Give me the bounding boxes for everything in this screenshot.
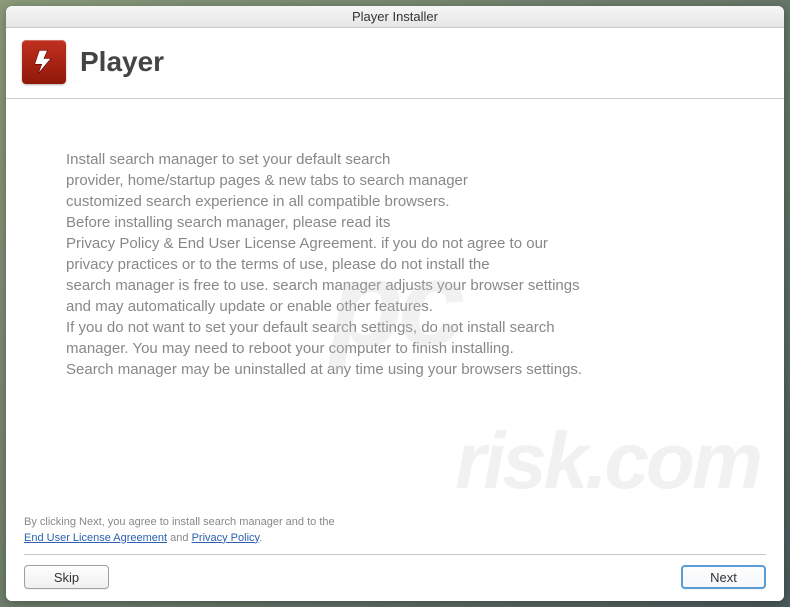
header: Player [6,28,784,99]
agreement-prefix: By clicking Next, you agree to install s… [24,516,335,528]
body-text: Install search manager to set your defau… [66,149,766,380]
agreement-text: By clicking Next, you agree to install s… [24,515,766,546]
skip-button[interactable]: Skip [24,565,109,589]
eula-link[interactable]: End User License Agreement [24,532,167,544]
installer-window: Player Installer Player Install search m… [6,6,784,601]
flash-icon [22,40,66,84]
window-title: Player Installer [352,9,438,24]
divider [24,554,766,555]
agreement-period: . [259,532,262,544]
privacy-link[interactable]: Privacy Policy [192,532,260,544]
next-button[interactable]: Next [681,565,766,589]
header-title: Player [80,46,164,78]
titlebar: Player Installer [6,6,784,28]
button-row: Skip Next [24,565,766,589]
agreement-and: and [167,532,191,544]
footer: By clicking Next, you agree to install s… [6,505,784,601]
content-area: Install search manager to set your defau… [6,99,784,505]
